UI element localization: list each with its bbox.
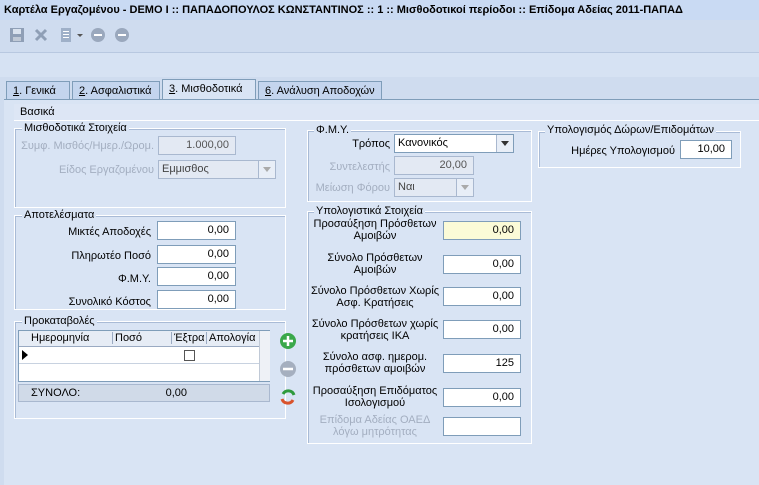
chevron-down-icon[interactable] xyxy=(258,161,275,178)
extra-pay-increase-label: Προσαύξηση Πρόσθετων Αμοιβών xyxy=(313,218,437,242)
calc-group-title: Υπολογιστικά Στοιχεία xyxy=(314,205,425,217)
grid-header: Ημερομηνία Ποσό Έξτρα Απολογία xyxy=(19,331,259,347)
extra-no-ika-field[interactable]: 0,00 xyxy=(443,320,521,339)
tax-reduction-select[interactable]: Ναι xyxy=(394,178,474,197)
save-icon[interactable] xyxy=(9,27,25,43)
results-group-title: Αποτελέσματα xyxy=(22,209,97,221)
income-tax-label: Φ.Μ.Υ. xyxy=(117,273,151,285)
column-amount[interactable]: Ποσό xyxy=(112,332,142,344)
employee-type-label: Είδος Εργαζομένου xyxy=(59,164,154,176)
gross-earnings-field[interactable]: 0,00 xyxy=(157,221,236,240)
total-cost-label: Συνολικό Κόστος xyxy=(68,296,151,308)
wage-label: Συμφ. Μισθός/Ημερ./Ωρομ. xyxy=(21,140,154,152)
advances-group-title: Προκαταβολές xyxy=(22,315,97,327)
remove-icon[interactable] xyxy=(279,360,297,378)
chevron-down-icon[interactable] xyxy=(496,135,513,152)
extra-no-insurance-label: Σύνολο Πρόσθετων Χωρίς Ασφ. Κρατήσεις xyxy=(310,285,440,309)
total-cost-field[interactable]: 0,00 xyxy=(157,290,236,309)
insurance-days-field[interactable]: 125 xyxy=(443,354,521,373)
advances-total-label: ΣΥΝΟΛΟ: xyxy=(31,387,81,399)
bonus-group-title: Υπολογισμός Δώρων/Επιδομάτων xyxy=(545,124,716,136)
income-tax-field[interactable]: 0,00 xyxy=(157,267,236,286)
row-pointer-icon xyxy=(22,350,28,360)
toolbar xyxy=(0,20,759,52)
extra-no-insurance-field[interactable]: 0,00 xyxy=(443,287,521,306)
maternity-allowance-label: Επίδομα Αδείας ΟΑΕΔ λόγω μητρότητας xyxy=(319,414,431,438)
dropdown-arrow-icon[interactable] xyxy=(75,27,85,43)
income-tax-group-title: Φ.Μ.Υ. xyxy=(314,124,352,136)
extra-pay-total-field[interactable]: 0,00 xyxy=(443,255,521,274)
net-pay-label: Πληρωτέο Ποσό xyxy=(71,250,151,262)
insurance-days-label: Σύνολο ασφ. ημερομ. πρόσθετων αμοιβών xyxy=(322,351,428,375)
advances-total-bar: ΣΥΝΟΛΟ: 0,00 xyxy=(18,384,270,402)
delete-icon[interactable] xyxy=(33,27,49,43)
salary-group-title: Μισθοδοτικά Στοιχεία xyxy=(22,122,129,134)
extra-checkbox[interactable] xyxy=(184,350,195,361)
column-extra[interactable]: Έξτρα xyxy=(171,332,205,344)
add-icon[interactable] xyxy=(279,332,297,350)
forward-icon[interactable] xyxy=(114,27,130,43)
tax-reduction-label: Μείωση Φόρου xyxy=(315,182,390,194)
tab-earnings-analysis[interactable]: 6. Ανάλυση Αποδοχών xyxy=(258,81,382,99)
refresh-icon[interactable] xyxy=(279,388,297,406)
tab-payroll[interactable]: 3. Μισθοδοτικά xyxy=(162,79,256,100)
tax-factor-label: Συντελεστής xyxy=(329,161,390,173)
balance-allowance-label: Προσαύξηση Επιδόματος Ισολογισμού xyxy=(312,385,438,409)
gross-earnings-label: Μικτές Αποδοχές xyxy=(68,226,151,238)
tax-method-select[interactable]: Κανονικός xyxy=(394,134,514,153)
extra-pay-increase-field[interactable]: 0,00 xyxy=(443,221,521,240)
chevron-down-icon[interactable] xyxy=(456,179,473,196)
back-icon[interactable] xyxy=(90,27,106,43)
employee-type-select[interactable]: Εμμισθος xyxy=(158,160,276,179)
column-justification[interactable]: Απολογία xyxy=(206,332,259,344)
ribbon-band xyxy=(0,52,759,77)
calc-days-field[interactable]: 10,00 xyxy=(680,140,732,159)
document-icon[interactable] xyxy=(58,27,74,43)
column-date[interactable]: Ημερομηνία xyxy=(31,332,89,344)
tab-general[interactable]: 1. Γενικά xyxy=(6,81,70,99)
extra-pay-total-label: Σύνολο Πρόσθετων Αμοιβών xyxy=(327,252,423,276)
advances-total-value: 0,00 xyxy=(165,387,187,399)
extra-no-ika-label: Σύνολο Πρόσθετων χωρίς κρατήσεις ΙΚΑ xyxy=(311,318,439,342)
maternity-allowance-field[interactable] xyxy=(443,417,521,436)
grid-scrollbar[interactable] xyxy=(259,331,270,381)
advances-grid[interactable]: Ημερομηνία Ποσό Έξτρα Απολογία xyxy=(18,330,270,382)
balance-allowance-field[interactable]: 0,00 xyxy=(443,388,521,407)
tax-factor-field[interactable]: 20,00 xyxy=(394,156,474,175)
tab-strip: 1. Γενικά 2. Ασφαλιστικά 3. Μισθοδοτικά … xyxy=(0,79,759,100)
window-title: Καρτέλα Εργαζομένου - DEMO I :: ΠΑΠΑΔΟΠΟ… xyxy=(0,0,759,20)
section-header: Βασικά xyxy=(14,104,759,121)
tax-method-label: Τρόπος xyxy=(352,138,390,150)
wage-field[interactable]: 1.000,00 xyxy=(158,136,236,155)
net-pay-field[interactable]: 0,00 xyxy=(157,245,236,264)
tab-insurance[interactable]: 2. Ασφαλιστικά xyxy=(72,81,160,99)
calc-days-label: Ημέρες Υπολογισμού xyxy=(571,145,675,157)
table-row[interactable] xyxy=(19,347,259,364)
